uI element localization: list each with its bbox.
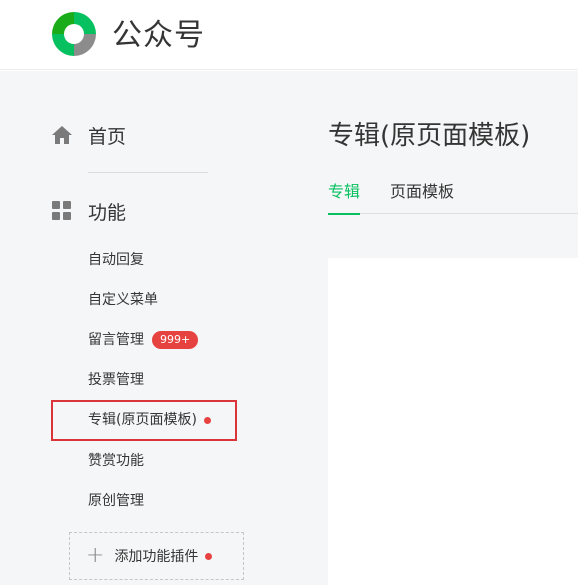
grid-icon xyxy=(52,201,72,221)
sidebar-item-comment-management[interactable]: 留言管理 999+ xyxy=(88,330,199,350)
sidebar-divider xyxy=(88,172,208,173)
tab-album[interactable]: 专辑 xyxy=(328,178,361,215)
main-content: 专辑(原页面模板) 专辑 页面模板 xyxy=(298,71,578,585)
add-plugin-button[interactable]: + 添加功能插件 xyxy=(69,532,244,580)
sidebar-item-auto-reply[interactable]: 自动回复 xyxy=(88,250,144,270)
sidebar-item-label: 原创管理 xyxy=(88,493,144,509)
sidebar-item-label: 自动回复 xyxy=(88,252,144,268)
wechat-mp-logo-icon[interactable] xyxy=(48,8,100,60)
sidebar-item-label: 首页 xyxy=(88,125,127,148)
page-title: 专辑(原页面模板) xyxy=(328,121,531,151)
tab-bar: 专辑 页面模板 xyxy=(328,178,578,215)
sidebar-item-home[interactable]: 首页 xyxy=(50,123,127,148)
notification-dot xyxy=(203,416,211,424)
sidebar-item-label: 专辑(原页面模板) xyxy=(88,412,197,428)
sidebar-item-label: 投票管理 xyxy=(88,372,144,388)
notification-dot xyxy=(205,552,213,560)
sidebar-item-label: 赞赏功能 xyxy=(88,453,144,469)
sidebar-item-custom-menu[interactable]: 自定义菜单 xyxy=(88,290,158,310)
sidebar-section-features: 功能 xyxy=(50,199,127,224)
sidebar-item-album[interactable]: 专辑(原页面模板) xyxy=(88,410,211,430)
sidebar: 首页 功能 自动回复 自定义菜单 留言管理 999+ 投票管理 专辑(原页面模板… xyxy=(0,71,298,585)
add-plugin-label: 添加功能插件 xyxy=(114,549,199,565)
content-card xyxy=(328,258,578,585)
sidebar-item-label: 留言管理 xyxy=(88,332,144,348)
top-bar: 公众号 xyxy=(0,0,578,70)
count-badge: 999+ xyxy=(152,331,199,349)
tab-page-template[interactable]: 页面模板 xyxy=(390,178,454,214)
plus-icon: + xyxy=(86,543,105,568)
brand-name[interactable]: 公众号 xyxy=(112,10,205,54)
sidebar-item-original-management[interactable]: 原创管理 xyxy=(88,491,144,511)
sidebar-section-label: 功能 xyxy=(88,201,127,224)
sidebar-item-reward[interactable]: 赞赏功能 xyxy=(88,451,144,471)
home-icon xyxy=(50,123,74,147)
sidebar-item-label: 自定义菜单 xyxy=(88,292,158,308)
sidebar-item-vote-management[interactable]: 投票管理 xyxy=(88,370,144,390)
